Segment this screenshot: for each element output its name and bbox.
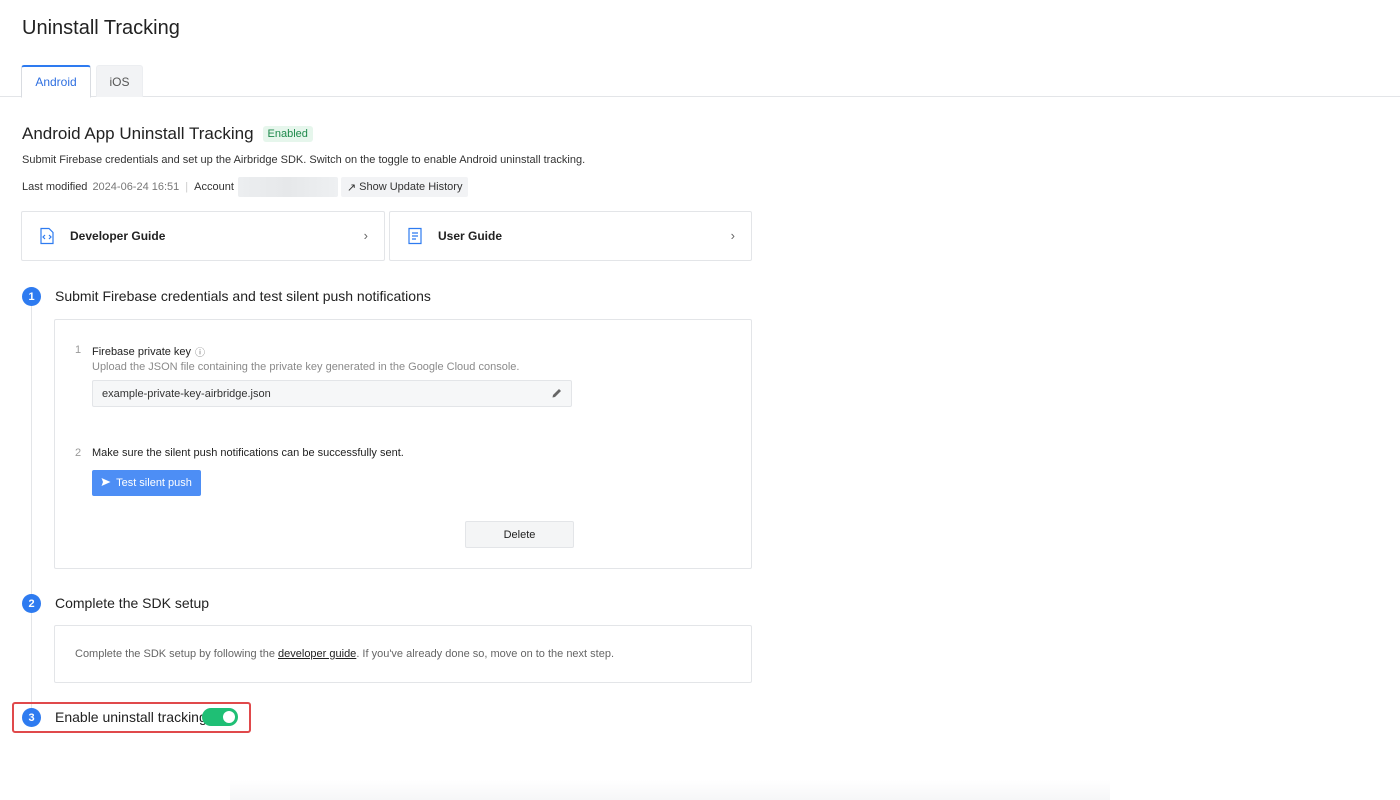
step-1-title: Submit Firebase credentials and test sil… [55, 288, 431, 304]
status-badge: Enabled [262, 126, 313, 142]
user-guide-card[interactable]: User Guide › [389, 211, 752, 261]
show-update-history-button[interactable]: ↗ Show Update History [340, 177, 469, 197]
test-silent-push-button[interactable]: Test silent push [92, 470, 201, 496]
firebase-key-label: Firebase private key [92, 345, 192, 358]
file-name: example-private-key-airbridge.json [102, 387, 271, 400]
sdk-setup-text-after: . If you've already done so, move on to … [356, 648, 615, 660]
step-3-title: Enable uninstall tracking [55, 709, 207, 725]
user-guide-label: User Guide [438, 229, 503, 243]
step-2-title: Complete the SDK setup [55, 595, 210, 611]
account-label: Account [194, 181, 234, 193]
step-3-number: 3 [22, 708, 41, 727]
history-label: Show Update History [359, 181, 463, 193]
uninstall-tracking-toggle[interactable] [202, 708, 238, 726]
firebase-key-file-field[interactable]: example-private-key-airbridge.json [92, 380, 572, 407]
section-description: Submit Firebase credentials and set up t… [22, 154, 586, 166]
pencil-icon[interactable] [551, 388, 562, 399]
send-icon [101, 477, 111, 490]
timeline-line [31, 306, 32, 595]
step-1-number: 1 [22, 287, 41, 306]
arrow-up-right-icon: ↗ [346, 181, 357, 194]
delete-button[interactable]: Delete [465, 521, 574, 548]
bottom-fade [230, 780, 1110, 800]
sdk-setup-text-before: Complete the SDK setup by following the [75, 648, 279, 660]
code-file-icon [37, 226, 57, 246]
tab-bar: Android iOS [0, 65, 1400, 98]
test-silent-push-label: Test silent push [116, 477, 192, 489]
item-1-number: 1 [75, 344, 82, 356]
chevron-right-icon: › [363, 228, 368, 243]
silent-push-instruction: Make sure the silent push notifications … [92, 447, 404, 459]
tab-android[interactable]: Android [21, 65, 91, 98]
page-title: Uninstall Tracking [22, 17, 180, 39]
last-modified-label: Last modified [22, 181, 88, 193]
firebase-key-description: Upload the JSON file containing the priv… [92, 361, 520, 373]
developer-guide-label: Developer Guide [70, 229, 166, 243]
developer-guide-card[interactable]: Developer Guide › [21, 211, 385, 261]
toggle-knob [223, 711, 235, 723]
account-value-masked [237, 177, 338, 197]
step-2-number: 2 [22, 594, 41, 613]
developer-guide-link[interactable]: developer guide [278, 648, 356, 660]
tab-ios[interactable]: iOS [96, 65, 143, 97]
timeline-line [31, 612, 32, 710]
chevron-right-icon: › [730, 228, 735, 243]
section-title: Android App Uninstall Tracking [22, 124, 254, 143]
document-lines-icon [405, 226, 425, 246]
question-circle-icon[interactable]: ⓘ [195, 344, 205, 359]
item-2-number: 2 [75, 447, 82, 459]
meta-row: Last modified 2024-06-24 16:51 | Account… [22, 177, 469, 197]
last-modified-value: 2024-06-24 16:51 [92, 181, 180, 193]
firebase-key-title: Firebase private key ⓘ [92, 344, 205, 360]
sdk-setup-text: Complete the SDK setup by following the … [75, 648, 614, 660]
meta-separator: | [185, 181, 189, 193]
section-header: Android App Uninstall Tracking Enabled [22, 124, 313, 144]
